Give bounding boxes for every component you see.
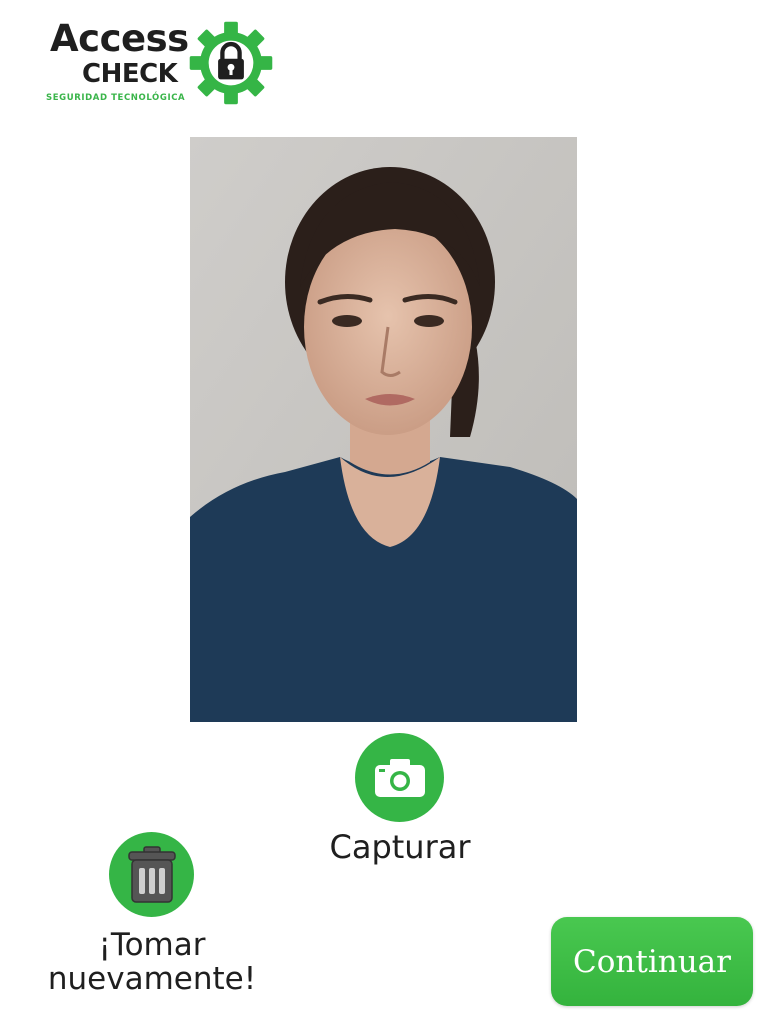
trash-icon: [127, 845, 176, 903]
photo-capture-screen: Access CHECK SEGURIDAD TECNOLÓGICA Captu…: [0, 0, 768, 1024]
logo-word-access: Access: [50, 17, 189, 60]
capture-label[interactable]: Capturar: [300, 826, 500, 868]
continue-button[interactable]: Continuar: [551, 917, 753, 1006]
lock-gear-icon: [189, 21, 273, 105]
access-check-logo: Access CHECK SEGURIDAD TECNOLÓGICA: [44, 16, 280, 108]
retake-button[interactable]: [109, 832, 194, 917]
logo-word-check: CHECK: [82, 59, 178, 89]
retake-label[interactable]: ¡Tomar nuevamente!: [30, 928, 274, 996]
captured-face-photo: [190, 137, 577, 722]
logo-tagline: SEGURIDAD TECNOLÓGICA: [46, 93, 186, 103]
camera-icon: [374, 758, 425, 797]
capture-button[interactable]: [355, 733, 444, 822]
